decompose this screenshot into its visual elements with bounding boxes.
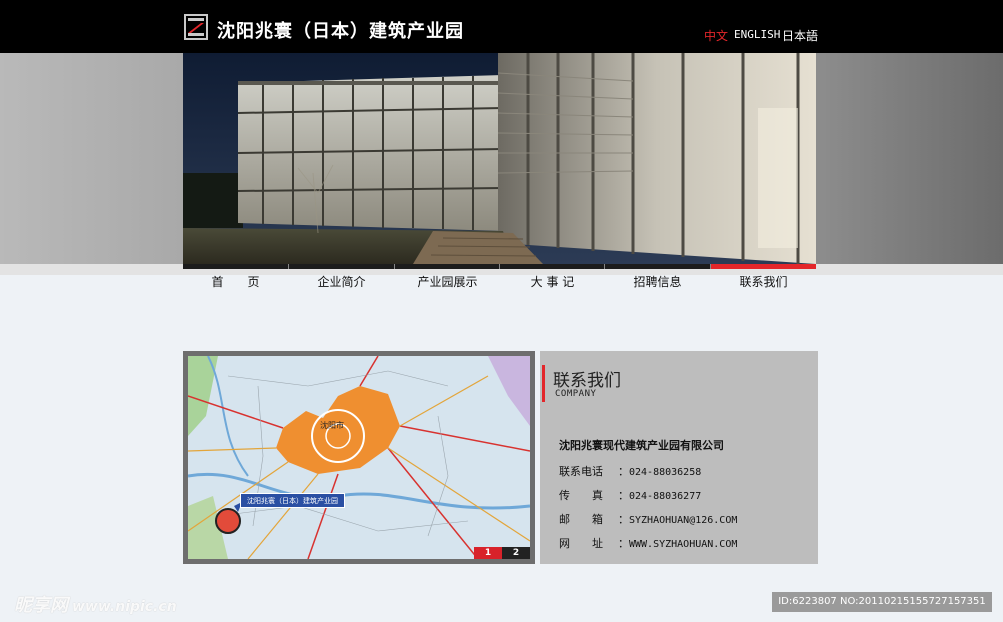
hero-banner	[183, 53, 816, 264]
nav-divider	[710, 264, 711, 269]
lang-japanese-link[interactable]: 日本語	[782, 27, 818, 44]
section-accent-bar	[542, 365, 545, 402]
lang-chinese-link[interactable]: 中文	[704, 27, 728, 44]
site-logo-text: 沈阳兆寰（日本）建筑产业园	[217, 21, 464, 42]
nav-divider	[499, 264, 500, 269]
phone-label: 联系电话	[559, 465, 603, 478]
map-city-label: 沈阳市	[320, 420, 344, 430]
contact-row-phone: 联系电话 ：024-88036258	[559, 465, 702, 478]
company-name: 沈阳兆寰现代建筑产业园有限公司	[559, 439, 724, 452]
location-map-panel: 沈阳市 沈阳兆寰（日本）建筑产业园 1 2	[183, 351, 535, 564]
watermark-site-text: www.nipic.cn	[72, 599, 177, 615]
email-label: 邮 箱	[559, 513, 603, 526]
nav-divider	[604, 264, 605, 269]
nav-divider	[394, 264, 395, 269]
location-map[interactable]: 沈阳市 沈阳兆寰（日本）建筑产业园 1 2	[188, 356, 530, 559]
contact-panel: 联系我们 COMPANY 沈阳兆寰现代建筑产业园有限公司 联系电话 ：024-88…	[540, 351, 818, 564]
nav-divider	[288, 264, 289, 269]
nav-careers[interactable]: 招聘信息	[605, 264, 710, 298]
map-pager: 1 2	[474, 547, 530, 559]
website-link[interactable]: WWW.SYZHAOHUAN.COM	[629, 539, 737, 550]
nav-company-intro[interactable]: 企业简介	[289, 264, 394, 298]
watermark-brand-text: 昵享网	[14, 595, 68, 616]
nav-park-showcase[interactable]: 产业园展示	[395, 264, 500, 298]
nav-milestones[interactable]: 大 事 记	[500, 264, 605, 298]
nav-contact-us[interactable]: 联系我们	[711, 264, 816, 298]
map-graphic: 沈阳市	[188, 356, 530, 559]
contact-title: 联系我们	[553, 371, 621, 391]
fax-label: 传 真	[559, 489, 603, 502]
main-nav: 首 页 企业简介 产业园展示 大 事 记 招聘信息 联系我们	[183, 264, 816, 298]
contact-row-website: 网 址：WWW.SYZHAOHUAN.COM	[559, 537, 738, 550]
website-label: 网 址	[559, 537, 603, 550]
building-photo	[183, 53, 816, 264]
contact-row-fax: 传 真：024-88036277	[559, 489, 702, 502]
watermark-id: ID:6223807 NO:20110215155727157351	[772, 592, 992, 612]
fax-value: 024-88036277	[629, 491, 702, 502]
email-link[interactable]: SYZHAOHUAN@126.COM	[629, 515, 737, 526]
nav-home[interactable]: 首 页	[183, 264, 288, 298]
contact-subtitle: COMPANY	[555, 389, 597, 399]
map-location-callout: 沈阳兆寰（日本）建筑产业园	[240, 493, 345, 508]
map-page-1-button[interactable]: 1	[474, 547, 502, 559]
top-bar: 沈阳兆寰（日本）建筑产业园 中文 ENGLISH 日本語	[0, 0, 1003, 53]
phone-value: 024-88036258	[629, 467, 702, 478]
map-page-2-button[interactable]: 2	[502, 547, 530, 559]
watermark-brand: 昵享网 www.nipic.cn	[14, 591, 177, 617]
lang-english-link[interactable]: ENGLISH	[734, 28, 780, 41]
logo-icon	[184, 14, 208, 40]
contact-row-email: 邮 箱：SYZHAOHUAN@126.COM	[559, 513, 738, 526]
